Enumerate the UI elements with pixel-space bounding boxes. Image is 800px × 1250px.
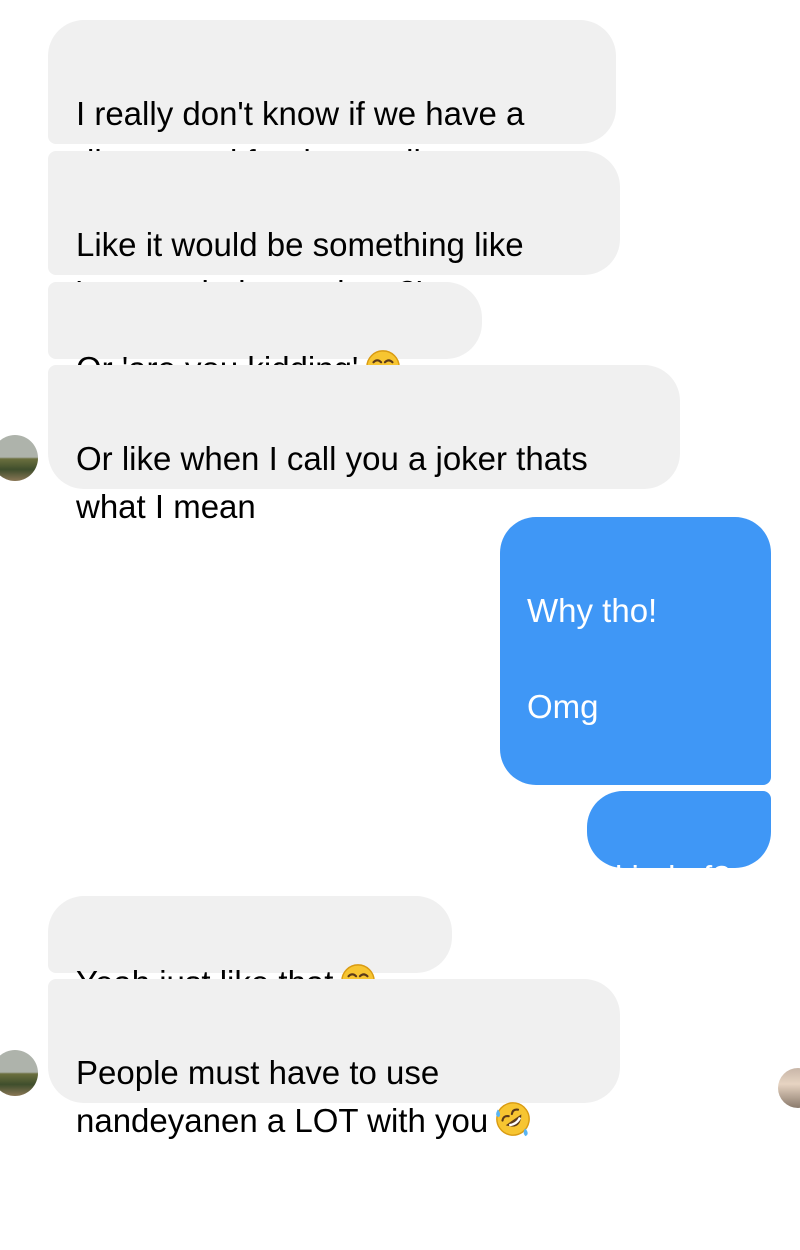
contact-avatar[interactable]: [0, 1050, 38, 1096]
incoming-message[interactable]: Or like when I call you a joker thats wh…: [48, 365, 680, 525]
outgoing-message[interactable]: kind of?: [587, 791, 771, 896]
message-line: Omg: [527, 688, 599, 725]
incoming-message[interactable]: I really don't know if we have a direct …: [48, 20, 616, 180]
incoming-message[interactable]: Yeah just like that: [48, 896, 452, 1001]
message-text: Or like when I call you a joker thats wh…: [76, 440, 588, 525]
read-receipt-avatar: [778, 1068, 800, 1108]
circle-symbol-icon: [527, 887, 553, 913]
incoming-message[interactable]: Like it would be something like 'are you…: [48, 151, 620, 311]
incoming-message[interactable]: People must have to use nandeyanen a LOT…: [48, 979, 620, 1139]
incoming-message[interactable]: Or 'are you kidding': [48, 282, 482, 387]
message-text: kind of?: [615, 859, 731, 896]
contact-avatar[interactable]: [0, 435, 38, 481]
circle-symbol-icon: [554, 887, 580, 913]
message-text: People must have to use nandeyanen a LOT…: [76, 1054, 489, 1139]
message-line: Why tho!: [527, 592, 658, 629]
rolling-on-the-floor-laughing-icon: [496, 1102, 531, 1137]
outgoing-message[interactable]: Why tho! Omg What a Are u kidding Get se…: [500, 517, 771, 1109]
